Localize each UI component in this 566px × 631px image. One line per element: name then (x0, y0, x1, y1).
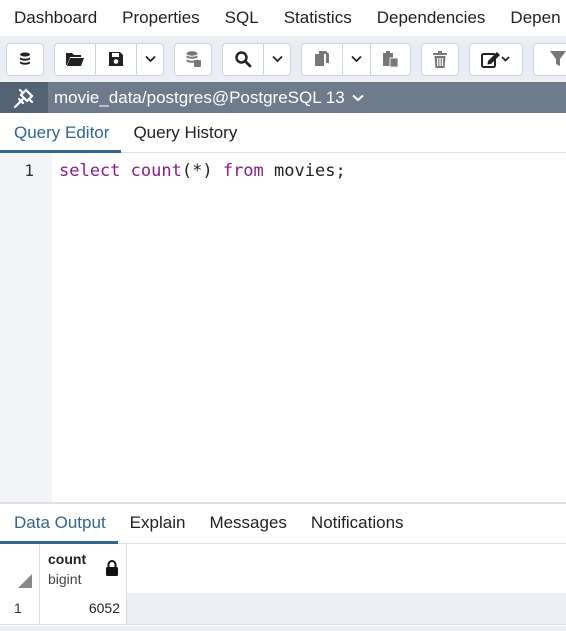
tab-data-output[interactable]: Data Output (0, 504, 118, 544)
connection-status (0, 82, 48, 113)
tab-notifications[interactable]: Notifications (299, 504, 416, 543)
sql-editor[interactable]: 1 select count(*) from movies; (0, 153, 566, 502)
function-args: (*) (181, 161, 213, 181)
panel-tabs: Dashboard Properties SQL Statistics Depe… (0, 0, 566, 36)
grid-header: count bigint (0, 544, 127, 593)
copy-icon (315, 51, 329, 66)
line-number: 1 (24, 161, 34, 180)
status-strip (0, 626, 566, 631)
chevron-down-icon[interactable] (352, 94, 364, 102)
column-type: bigint (48, 571, 82, 587)
connection-plug-icon (13, 87, 34, 108)
row-number[interactable]: 1 (0, 593, 40, 624)
connection-label: movie_data/postgres@PostgreSQL 13 (54, 87, 345, 107)
paste-icon (382, 51, 398, 68)
query-toolbar (0, 36, 566, 82)
save-icon (109, 52, 123, 66)
function-count: count (130, 161, 182, 181)
lock-icon (106, 560, 118, 576)
chevron-down-icon (144, 55, 156, 63)
edit-button[interactable] (469, 42, 523, 76)
copy-button[interactable] (301, 42, 342, 76)
search-dropdown-button[interactable] (263, 42, 291, 76)
data-grid: count bigint 1 6052 (0, 544, 566, 631)
tab-messages[interactable]: Messages (197, 504, 298, 543)
find-button-group (222, 42, 291, 76)
tab-sql[interactable]: SQL (211, 0, 259, 36)
delete-button[interactable] (421, 42, 459, 76)
keyword-from: from (222, 161, 264, 181)
database-button[interactable] (174, 42, 212, 76)
connection-bar[interactable]: movie_data/postgres@PostgreSQL 13 (0, 82, 566, 113)
paste-button[interactable] (370, 42, 411, 76)
tab-dependents[interactable]: Depen (496, 0, 560, 36)
tab-dependencies[interactable]: Dependencies (363, 0, 486, 36)
sql-code-line[interactable]: select count(*) from movies; (59, 161, 346, 181)
column-header-count[interactable]: count bigint (40, 544, 127, 593)
file-button-group (54, 42, 164, 76)
save-dropdown-button[interactable] (136, 42, 164, 76)
chevron-down-icon (271, 55, 283, 63)
chevron-down-icon (351, 55, 362, 63)
table-name: movies; (274, 161, 346, 181)
tab-properties[interactable]: Properties (108, 0, 199, 36)
database-icon (186, 51, 201, 67)
clipboard-button-group (301, 42, 411, 76)
output-tabs: Data Output Explain Messages Notificatio… (0, 504, 566, 544)
search-button[interactable] (222, 42, 263, 76)
tab-explain[interactable]: Explain (118, 504, 198, 543)
select-all-cell[interactable] (0, 544, 40, 593)
editor-tabs: Query Editor Query History (0, 113, 566, 153)
execute-options-icon (20, 52, 30, 65)
column-name: count (48, 551, 87, 567)
execute-options-button[interactable] (6, 42, 44, 76)
delete-icon (433, 50, 447, 68)
tab-query-editor[interactable]: Query Editor (0, 113, 122, 153)
tab-statistics[interactable]: Statistics (270, 0, 352, 36)
save-button[interactable] (95, 42, 136, 76)
line-number-gutter: 1 (0, 153, 52, 502)
tab-dashboard[interactable]: Dashboard (0, 0, 97, 36)
edit-icon (481, 52, 510, 68)
filter-icon (550, 51, 566, 66)
keyword-select: select (59, 161, 121, 181)
table-row[interactable]: 1 6052 (0, 593, 566, 625)
open-file-icon (66, 53, 84, 66)
search-icon (235, 51, 252, 68)
open-file-button[interactable] (54, 42, 95, 76)
corner-triangle-icon (18, 574, 32, 588)
tab-query-history[interactable]: Query History (121, 113, 249, 152)
copy-dropdown-button[interactable] (342, 42, 370, 76)
filter-button[interactable] (533, 42, 566, 76)
cell-count[interactable]: 6052 (40, 593, 127, 624)
